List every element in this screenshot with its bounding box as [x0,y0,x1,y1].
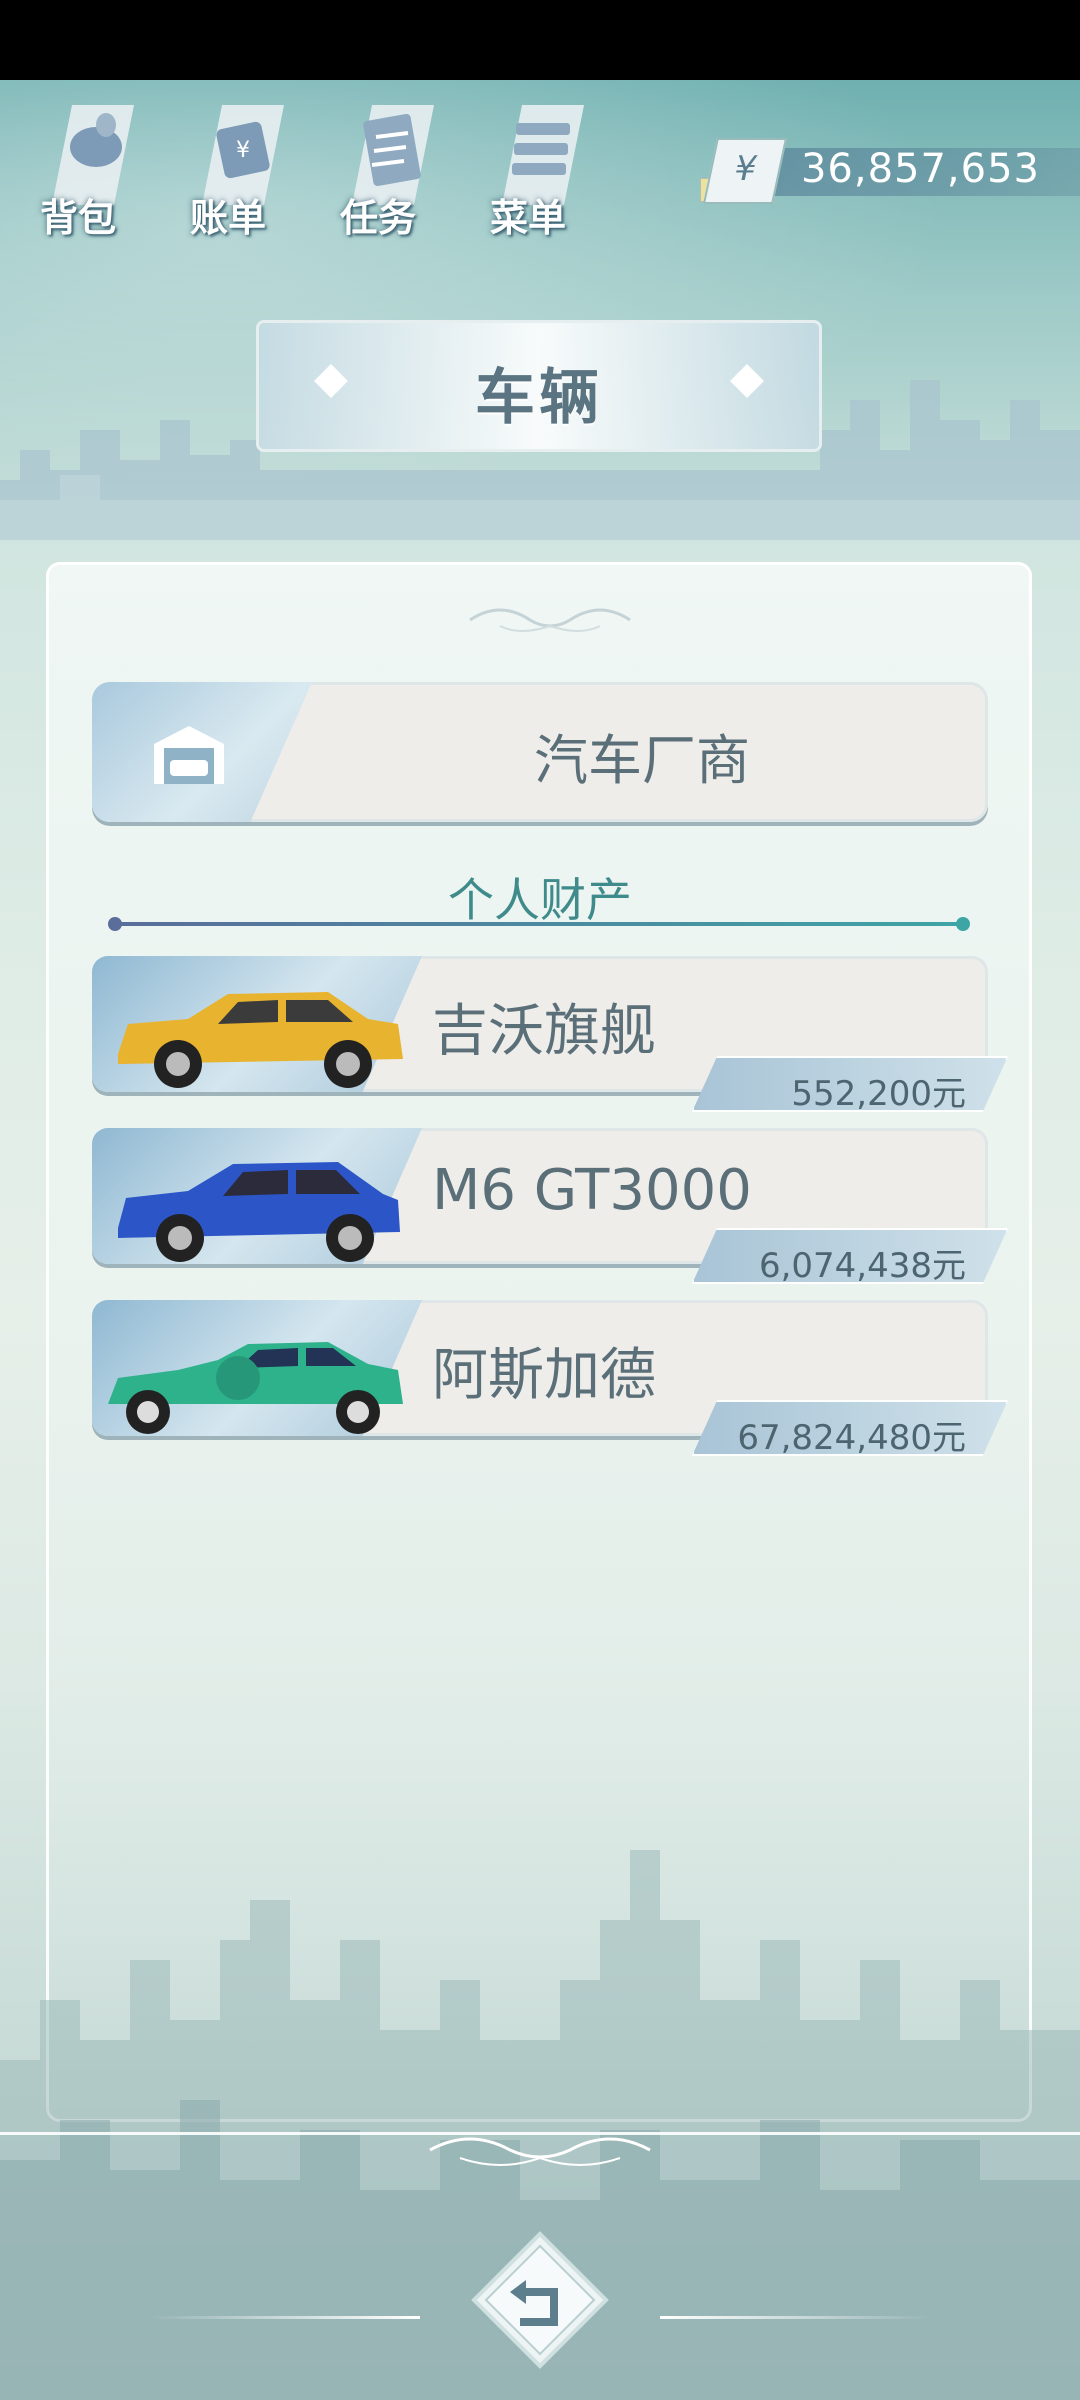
car-price-tag: 552,200元 [692,1056,1008,1112]
task-label: 任务 [340,196,417,240]
car-name: 阿斯加德 [432,1343,656,1408]
money-value: 36,857,653 [800,146,1040,192]
backpack-button[interactable]: 背包 [30,95,150,240]
bill-label: 账单 [190,196,267,240]
task-button[interactable]: 任务 [330,95,450,240]
car-price: 67,824,480元 [737,1418,966,1458]
blue-car-icon [118,1162,400,1262]
bottom-side-line [660,2316,930,2319]
bottom-side-line [150,2316,420,2319]
garage-icon [154,726,224,784]
yellow-car-icon [118,992,403,1088]
scroll-ornament [469,608,631,632]
car-item[interactable]: 吉沃旗舰 552,200元 [92,956,1008,1112]
car-price-tag: 67,824,480元 [692,1400,1008,1456]
backpack-label: 背包 [40,196,117,240]
car-item[interactable]: 阿斯加德 67,824,480元 [92,1300,1008,1456]
green-car-icon [108,1342,403,1434]
car-name: 吉沃旗舰 [432,999,656,1064]
divider-dot [956,917,970,931]
back-button[interactable] [470,2230,610,2370]
car-price-tag: 6,074,438元 [692,1228,1008,1284]
car-price: 6,074,438元 [758,1246,966,1286]
menu-label: 菜单 [490,196,567,240]
car-price: 552,200元 [791,1074,966,1114]
car-item[interactable]: M6 GT3000 6,074,438元 [92,1128,1008,1284]
svg-text:¥: ¥ [236,138,250,163]
money-display: ¥ 36,857,653 [700,138,1080,204]
car-maker-button[interactable]: 汽车厂商 [92,682,988,822]
section-divider [114,922,968,926]
car-name: M6 GT3000 [432,1158,752,1223]
bill-button[interactable]: ¥ 账单 [180,95,300,240]
page-title: 车辆 [475,363,603,433]
page-title-box: 车辆 [256,320,822,452]
status-bar [0,0,1080,80]
personal-assets-title: 个人财产 [448,873,632,927]
yen-icon: ¥ [702,138,788,204]
divider-dot [108,917,122,931]
bottom-scroll-ornament [429,2137,651,2166]
car-maker-label: 汽车厂商 [534,729,750,792]
menu-button[interactable]: 菜单 [480,95,600,240]
